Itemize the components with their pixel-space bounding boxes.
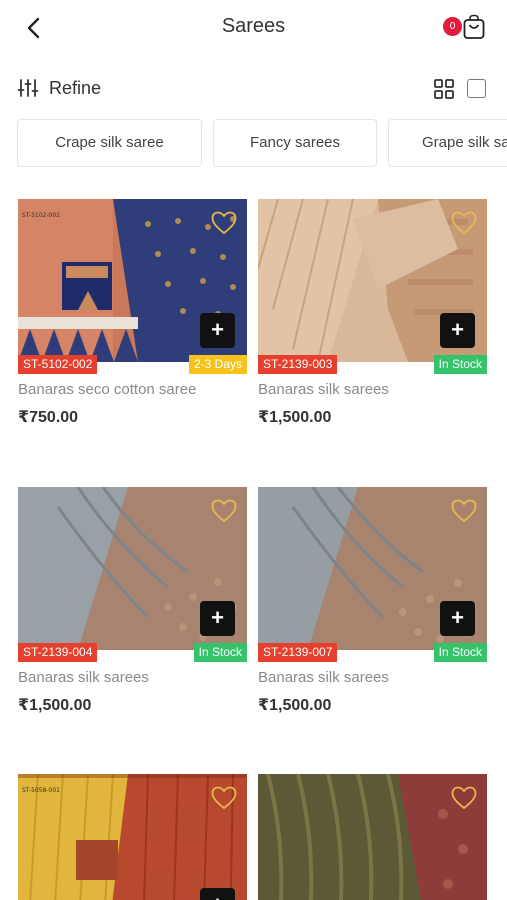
svg-text:ST-5058-001: ST-5058-001 [22, 787, 60, 794]
heart-icon[interactable] [451, 499, 477, 523]
stock-badge: In Stock [193, 643, 247, 662]
cart-button[interactable]: 0 [442, 12, 490, 44]
heart-icon[interactable] [211, 211, 237, 235]
chip-fancy-sarees[interactable]: Fancy sarees [213, 119, 377, 167]
plus-icon: + [211, 605, 224, 630]
product-name[interactable]: Banaras silk sarees [258, 669, 389, 686]
heart-icon[interactable] [451, 786, 477, 810]
app-header: Sarees 0 [0, 0, 507, 56]
chip-label: Grape silk sa [422, 134, 507, 151]
heart-icon[interactable] [211, 786, 237, 810]
shopping-bag-icon [463, 14, 485, 39]
product-price: ₹750.00 [18, 409, 79, 426]
category-chips: Crape silk saree Fancy sarees Grape silk… [0, 119, 507, 167]
product-price: ₹1,500.00 [258, 697, 332, 714]
product-name[interactable]: Banaras silk sarees [18, 669, 149, 686]
add-to-cart-button[interactable]: + [200, 888, 235, 900]
page-title: Sarees [221, 15, 286, 37]
refine-button[interactable]: Refine [17, 76, 101, 100]
stock-badge: 2-3 Days [188, 355, 247, 374]
cart-count-badge: 0 [443, 17, 462, 36]
plus-icon: + [211, 892, 224, 900]
product-price: ₹1,500.00 [258, 409, 332, 426]
product-name[interactable]: Banaras seco cotton saree [18, 381, 196, 398]
grid-icon [434, 79, 454, 99]
add-to-cart-button[interactable]: + [200, 313, 235, 348]
heart-icon[interactable] [211, 499, 237, 523]
filter-toolbar: Refine [0, 70, 507, 106]
sku-badge: ST-2139-003 [258, 355, 338, 374]
chip-label: Crape silk saree [55, 134, 164, 151]
plus-icon: + [451, 317, 464, 342]
chip-label: Fancy sarees [249, 134, 341, 151]
product-image[interactable]: ST-5102-002 + [18, 199, 247, 362]
product-name[interactable]: Banaras silk sarees [258, 381, 389, 398]
list-view-toggle[interactable] [467, 79, 486, 98]
svg-text:ST-5102-002: ST-5102-002 [22, 212, 60, 219]
add-to-cart-button[interactable]: + [440, 601, 475, 636]
product-image[interactable] [258, 774, 487, 900]
product-image[interactable]: + [18, 487, 247, 650]
grid-view-toggle[interactable] [433, 78, 455, 100]
refine-label: Refine [49, 77, 102, 98]
product-image[interactable]: ST-5058-001 + [18, 774, 247, 900]
product-image[interactable]: + [258, 487, 487, 650]
heart-icon[interactable] [451, 211, 477, 235]
chip-crape-silk-saree[interactable]: Crape silk saree [17, 119, 202, 167]
sku-badge: ST-5102-002 [18, 355, 98, 374]
chip-grape-silk-sarees[interactable]: Grape silk sa [388, 119, 507, 167]
sku-badge: ST-2139-004 [18, 643, 98, 662]
product-price: ₹1,500.00 [18, 697, 92, 714]
plus-icon: + [451, 605, 464, 630]
sku-badge: ST-2139-007 [258, 643, 338, 662]
plus-icon: + [211, 317, 224, 342]
sliders-icon [17, 79, 39, 97]
add-to-cart-button[interactable]: + [200, 601, 235, 636]
add-to-cart-button[interactable]: + [440, 313, 475, 348]
product-image[interactable]: + [258, 199, 487, 362]
stock-badge: In Stock [433, 355, 487, 374]
stock-badge: In Stock [433, 643, 487, 662]
